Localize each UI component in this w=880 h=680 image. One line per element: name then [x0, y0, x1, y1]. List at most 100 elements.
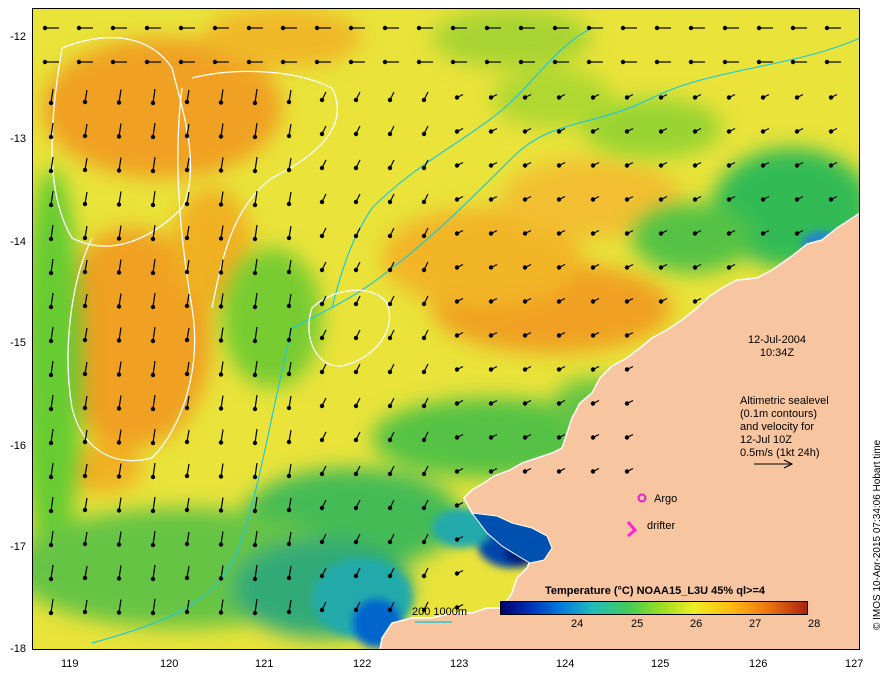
velocity-arrow-head	[421, 301, 427, 307]
velocity-arrow-head	[184, 201, 190, 207]
colorbar-title: Temperature (°C) NOAA15_L3U 45% ql>=4	[545, 585, 765, 597]
velocity-arrow-head	[218, 134, 224, 139]
velocity-arrow-head	[286, 201, 292, 207]
velocity-arrow-head	[150, 474, 156, 480]
velocity-arrow-head	[286, 303, 292, 309]
velocity-arrow-head	[387, 233, 393, 239]
velocity-arrow-head	[353, 437, 359, 443]
velocity-arrow-head	[556, 129, 562, 134]
velocity-arrow-head	[319, 369, 325, 375]
velocity-arrow-head	[522, 95, 528, 100]
velocity-arrow-head	[353, 369, 359, 375]
velocity-arrow-head	[116, 100, 122, 105]
velocity-arrow-head	[218, 542, 224, 547]
velocity-arrow-head	[319, 267, 325, 273]
velocity-arrow-head	[454, 197, 460, 202]
velocity-arrow-head	[252, 134, 258, 140]
velocity-arrow-head	[353, 267, 359, 273]
velocity-arrow-head	[828, 95, 834, 100]
velocity-arrow-head	[144, 59, 150, 65]
velocity-arrow-head	[760, 231, 766, 236]
velocity-arrow-head	[421, 403, 427, 409]
velocity-arrow-head	[218, 406, 224, 411]
velocity-arrow-head	[353, 573, 359, 579]
velocity-arrow-head	[590, 129, 596, 134]
velocity-arrow-head	[454, 571, 460, 576]
velocity-arrow-head	[150, 236, 156, 242]
map-canvas	[32, 8, 860, 650]
velocity-arrow-head	[556, 163, 562, 168]
temperature-colorbar	[500, 601, 808, 615]
velocity-arrow-head	[454, 265, 460, 270]
velocity-arrow-head	[150, 168, 156, 174]
velocity-arrow-head	[48, 100, 54, 106]
velocity-arrow-head	[218, 576, 224, 581]
velocity-arrow-head	[252, 508, 258, 514]
velocity-arrow-head	[624, 163, 630, 168]
velocity-arrow-head	[353, 199, 359, 205]
velocity-arrow-head	[116, 542, 122, 547]
velocity-arrow-head	[150, 406, 156, 412]
velocity-arrow-head	[184, 371, 190, 377]
velocity-arrow-head	[116, 406, 122, 411]
velocity-arrow-head	[218, 372, 224, 377]
velocity-arrow-head	[488, 163, 494, 168]
velocity-arrow-head	[624, 95, 630, 100]
velocity-arrow-head	[319, 97, 325, 103]
velocity-arrow-head	[252, 610, 258, 616]
velocity-arrow-head	[184, 337, 190, 343]
velocity-arrow-head	[624, 265, 630, 270]
velocity-arrow-head	[556, 401, 562, 406]
velocity-arrow-head	[590, 401, 596, 406]
velocity-arrow-head	[82, 473, 88, 479]
velocity-arrow-head	[522, 197, 528, 202]
velocity-arrow-head	[76, 59, 82, 65]
velocity-arrow-head	[116, 202, 122, 207]
velocity-arrow-head	[252, 576, 258, 582]
date-time-label: 12-Jul-2004 10:34Z	[732, 334, 822, 360]
velocity-arrow-head	[726, 231, 732, 236]
velocity-arrow-head	[624, 231, 630, 236]
velocity-arrow-head	[48, 474, 54, 480]
velocity-arrow-head	[624, 299, 630, 304]
velocity-arrow-head	[556, 197, 562, 202]
velocity-arrow-head	[387, 573, 393, 579]
velocity-arrow-head	[658, 231, 664, 236]
velocity-arrow-head	[658, 197, 664, 202]
velocity-arrow-head	[218, 440, 224, 445]
velocity-arrow-head	[658, 299, 664, 304]
velocity-arrow-head	[82, 133, 88, 139]
velocity-arrow-head	[42, 25, 48, 31]
velocity-arrow-head	[150, 508, 156, 514]
velocity-arrow-head	[116, 236, 122, 241]
velocity-arrow-head	[794, 95, 800, 100]
sst-map[interactable]: 12-Jul-2004 10:34Z Altimetric sealevel (…	[32, 8, 860, 650]
velocity-arrow-head	[688, 25, 694, 31]
velocity-arrow-head	[150, 270, 156, 276]
lat-label: -14	[10, 236, 26, 248]
velocity-arrow-head	[692, 163, 698, 168]
velocity-arrow-head	[286, 507, 292, 513]
velocity-arrow-head	[522, 367, 528, 372]
velocity-arrow-head	[590, 299, 596, 304]
velocity-arrow-head	[144, 25, 150, 31]
velocity-arrow-head	[552, 25, 558, 31]
velocity-arrow-head	[421, 97, 427, 103]
velocity-arrow-head	[658, 265, 664, 270]
velocity-arrow-head	[184, 99, 190, 105]
velocity-arrow-head	[319, 199, 325, 205]
velocity-arrow-head	[252, 202, 258, 208]
lon-label: 124	[556, 658, 575, 670]
velocity-arrow-head	[280, 59, 286, 65]
velocity-arrow-head	[488, 231, 494, 236]
velocity-arrow-head	[82, 269, 88, 275]
velocity-arrow-head	[150, 338, 156, 344]
velocity-arrow-head	[116, 372, 122, 377]
velocity-arrow-head	[218, 508, 224, 513]
velocity-arrow-head	[319, 471, 325, 477]
velocity-arrow-head	[319, 607, 325, 613]
velocity-arrow-head	[82, 201, 88, 207]
velocity-arrow-head	[590, 231, 596, 236]
velocity-arrow-head	[116, 508, 122, 513]
velocity-arrow-head	[82, 541, 88, 547]
